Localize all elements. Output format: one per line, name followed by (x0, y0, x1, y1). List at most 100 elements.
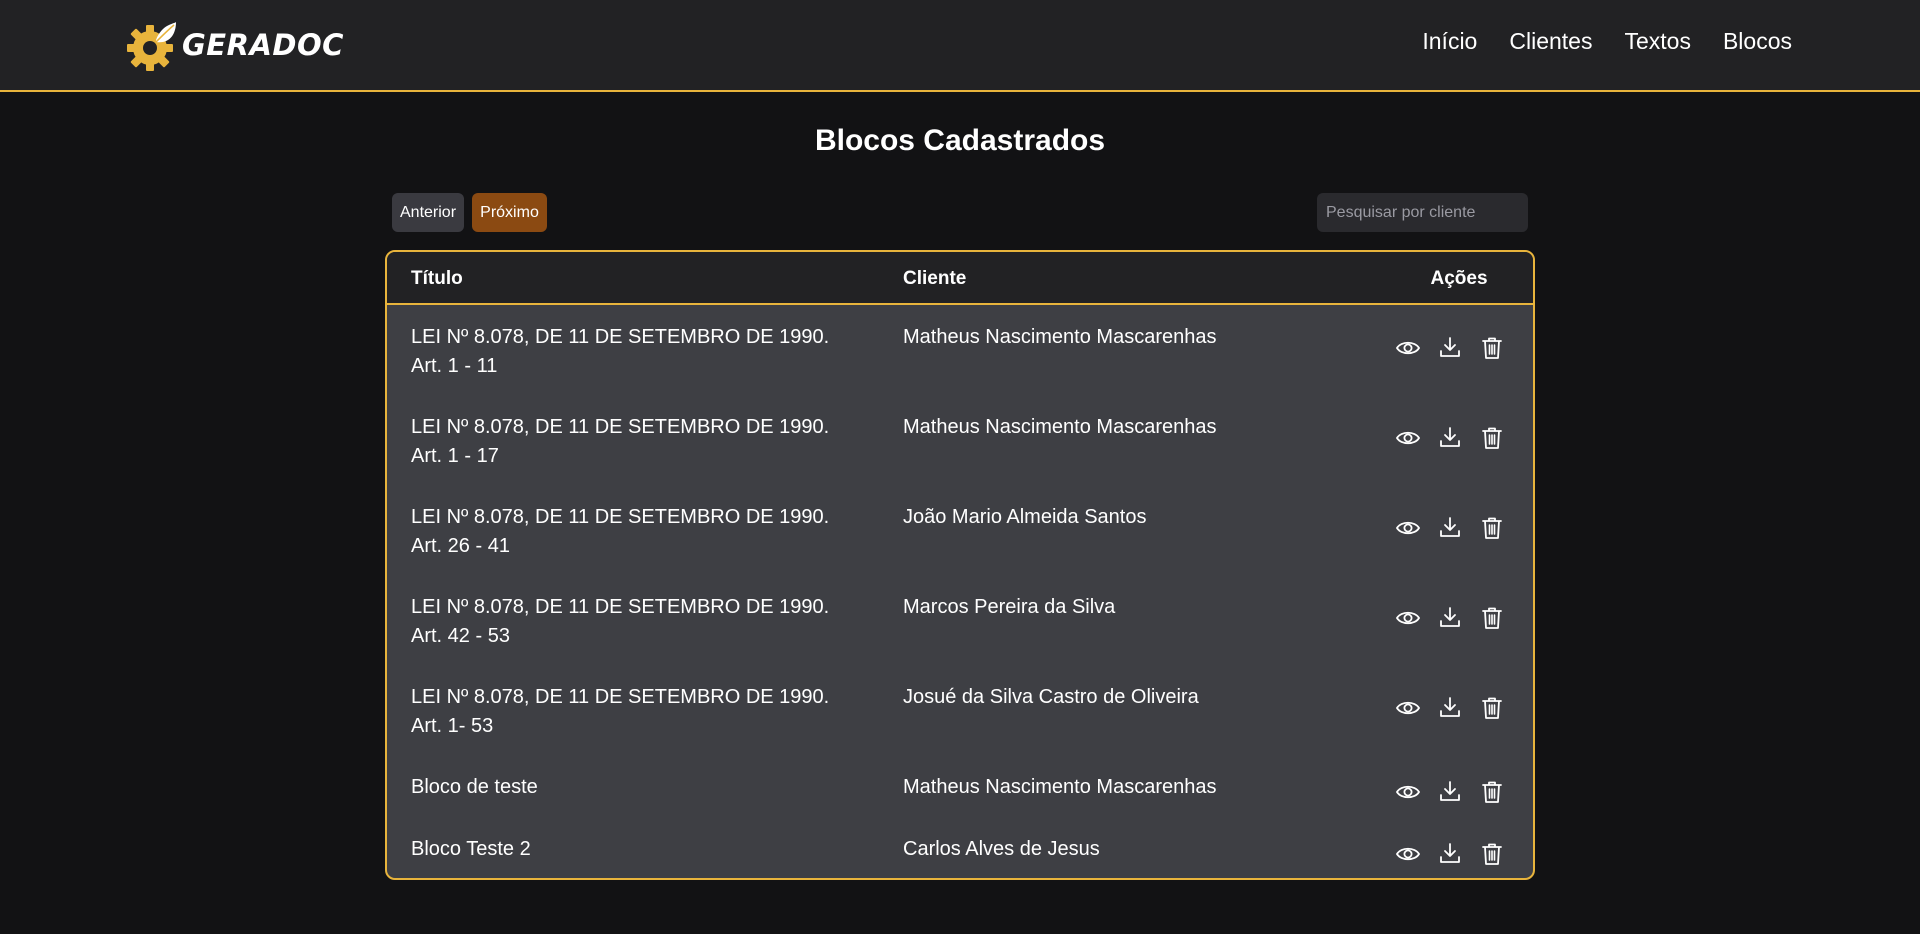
table-row: Bloco Teste 2 Carlos Alves de Jesus (387, 835, 1533, 878)
title-line-1: Bloco de teste (411, 776, 538, 798)
nav-link-clientes[interactable]: Clientes (1509, 28, 1592, 55)
column-header-title: Título (411, 268, 463, 289)
delete-button[interactable] (1479, 779, 1505, 805)
title-line-1: LEI Nº 8.078, DE 11 DE SETEMBRO DE 1990. (411, 686, 830, 708)
download-icon (1437, 425, 1463, 451)
row-actions (1395, 515, 1505, 541)
cell-client: Carlos Alves de Jesus (903, 838, 1100, 860)
download-icon (1437, 605, 1463, 631)
download-icon (1437, 779, 1463, 805)
table-row: LEI Nº 8.078, DE 11 DE SETEMBRO DE 1990.… (387, 593, 1533, 653)
trash-icon (1479, 425, 1505, 451)
view-button[interactable] (1395, 695, 1421, 721)
navbar: GERADOC Início Clientes Textos Blocos (0, 0, 1920, 92)
trash-icon (1479, 841, 1505, 867)
gear-leaf-logo-icon (127, 22, 176, 71)
trash-icon (1479, 695, 1505, 721)
nav-link-textos[interactable]: Textos (1624, 28, 1690, 55)
delete-button[interactable] (1479, 515, 1505, 541)
cell-title: Bloco de teste (411, 773, 538, 802)
logo[interactable]: GERADOC (126, 18, 344, 72)
row-actions (1395, 779, 1505, 805)
download-button[interactable] (1437, 425, 1463, 451)
title-line-1: LEI Nº 8.078, DE 11 DE SETEMBRO DE 1990. (411, 506, 830, 528)
cell-title: LEI Nº 8.078, DE 11 DE SETEMBRO DE 1990.… (411, 503, 829, 561)
cell-client: Matheus Nascimento Mascarenhas (903, 416, 1217, 438)
download-icon (1437, 335, 1463, 361)
table-row: LEI Nº 8.078, DE 11 DE SETEMBRO DE 1990.… (387, 413, 1533, 473)
title-line-2: Art. 1- 53 (411, 715, 494, 737)
table-row: LEI Nº 8.078, DE 11 DE SETEMBRO DE 1990.… (387, 503, 1533, 563)
row-actions (1395, 841, 1505, 867)
view-button[interactable] (1395, 515, 1421, 541)
title-line-1: LEI Nº 8.078, DE 11 DE SETEMBRO DE 1990. (411, 326, 830, 348)
view-button[interactable] (1395, 841, 1421, 867)
title-line-1: LEI Nº 8.078, DE 11 DE SETEMBRO DE 1990. (411, 416, 830, 438)
eye-icon (1395, 335, 1421, 361)
row-actions (1395, 605, 1505, 631)
cell-client: Josué da Silva Castro de Oliveira (903, 686, 1199, 708)
title-line-2: Art. 26 - 41 (411, 535, 510, 557)
row-actions (1395, 335, 1505, 361)
eye-icon (1395, 605, 1421, 631)
table-row: LEI Nº 8.078, DE 11 DE SETEMBRO DE 1990.… (387, 323, 1533, 383)
delete-button[interactable] (1479, 841, 1505, 867)
delete-button[interactable] (1479, 605, 1505, 631)
trash-icon (1479, 605, 1505, 631)
previous-page-button[interactable]: Anterior (392, 193, 464, 232)
delete-button[interactable] (1479, 335, 1505, 361)
view-button[interactable] (1395, 425, 1421, 451)
download-icon (1437, 515, 1463, 541)
page-title: Blocos Cadastrados (814, 124, 1106, 157)
title-line-1: LEI Nº 8.078, DE 11 DE SETEMBRO DE 1990. (411, 596, 830, 618)
download-button[interactable] (1437, 695, 1463, 721)
view-button[interactable] (1395, 605, 1421, 631)
nav-link-inicio[interactable]: Início (1422, 28, 1477, 55)
eye-icon (1395, 695, 1421, 721)
cell-title: LEI Nº 8.078, DE 11 DE SETEMBRO DE 1990.… (411, 323, 829, 381)
table-row: Bloco de teste Matheus Nascimento Mascare… (387, 773, 1533, 833)
delete-button[interactable] (1479, 695, 1505, 721)
download-icon (1437, 695, 1463, 721)
nav-menu: Início Clientes Textos Blocos (1422, 28, 1792, 55)
table-row: LEI Nº 8.078, DE 11 DE SETEMBRO DE 1990.… (387, 683, 1533, 743)
cell-client: Matheus Nascimento Mascarenhas (903, 776, 1217, 798)
cell-client: João Mario Almeida Santos (903, 506, 1147, 528)
download-button[interactable] (1437, 605, 1463, 631)
trash-icon (1479, 779, 1505, 805)
column-header-actions: Ações (1430, 268, 1488, 289)
cell-client: Matheus Nascimento Mascarenhas (903, 326, 1217, 348)
row-actions (1395, 425, 1505, 451)
nav-link-blocos[interactable]: Blocos (1723, 28, 1792, 55)
eye-icon (1395, 425, 1421, 451)
cell-client: Marcos Pereira da Silva (903, 596, 1116, 618)
title-line-2: Art. 42 - 53 (411, 625, 510, 647)
table-header: Título Cliente Ações (387, 252, 1533, 305)
cell-title: LEI Nº 8.078, DE 11 DE SETEMBRO DE 1990.… (411, 413, 829, 471)
blocks-table: Título Cliente Ações LEI Nº 8.078, DE 11… (385, 250, 1535, 880)
title-line-1: Bloco Teste 2 (411, 838, 531, 860)
trash-icon (1479, 515, 1505, 541)
cell-title: Bloco Teste 2 (411, 835, 531, 864)
title-line-2: Art. 1 - 17 (411, 445, 499, 467)
download-button[interactable] (1437, 841, 1463, 867)
trash-icon (1479, 335, 1505, 361)
eye-icon (1395, 841, 1421, 867)
view-button[interactable] (1395, 779, 1421, 805)
cell-title: LEI Nº 8.078, DE 11 DE SETEMBRO DE 1990.… (411, 683, 829, 741)
next-page-button[interactable]: Próximo (472, 193, 547, 232)
view-button[interactable] (1395, 335, 1421, 361)
cell-title: LEI Nº 8.078, DE 11 DE SETEMBRO DE 1990.… (411, 593, 829, 651)
column-header-client: Cliente (903, 268, 967, 289)
download-button[interactable] (1437, 779, 1463, 805)
brand-name: GERADOC (182, 28, 344, 62)
search-client-input[interactable] (1317, 193, 1528, 232)
row-actions (1395, 695, 1505, 721)
download-button[interactable] (1437, 335, 1463, 361)
title-line-2: Art. 1 - 11 (411, 355, 498, 377)
delete-button[interactable] (1479, 425, 1505, 451)
eye-icon (1395, 779, 1421, 805)
download-icon (1437, 841, 1463, 867)
eye-icon (1395, 515, 1421, 541)
download-button[interactable] (1437, 515, 1463, 541)
